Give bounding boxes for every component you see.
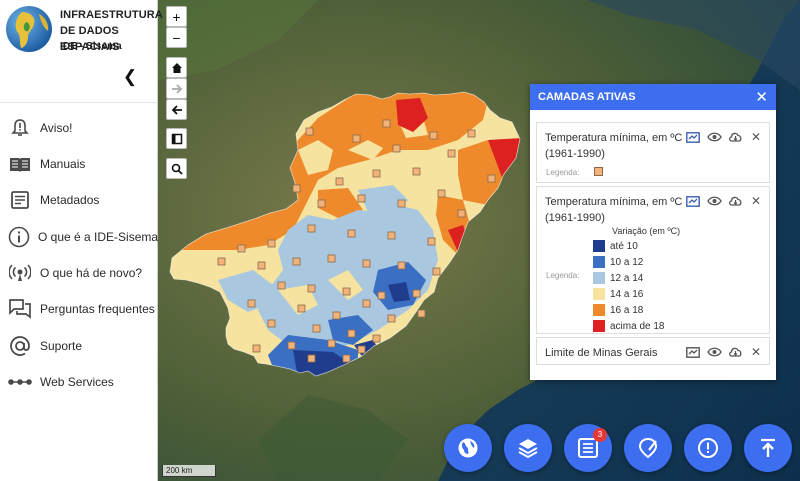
legend-swatch [593, 320, 605, 332]
legend-label: 12 a 14 [610, 272, 644, 284]
broadcast-icon [8, 261, 32, 285]
close-icon[interactable]: ✕ [755, 90, 768, 105]
eye-icon[interactable] [706, 194, 722, 208]
legend-swatch [593, 240, 605, 252]
legend-label: 16 a 18 [610, 304, 644, 316]
sidebar-item-label: O que há de novo? [40, 266, 143, 280]
cloud-download-icon[interactable] [727, 194, 743, 208]
logo-title-line1: INFRAESTRUTURA [60, 9, 163, 21]
legend-title: Variação (em ºC) [612, 226, 681, 236]
at-sign-icon [8, 334, 32, 358]
legend-label: 10 a 12 [610, 256, 644, 268]
legend-row: 12 a 14 [593, 271, 643, 285]
legend-row: 14 a 16 [593, 287, 643, 301]
sidebar-item-label: Web Services [40, 375, 114, 389]
legend-row: acima de 18 [593, 319, 664, 333]
search-button[interactable] [166, 158, 187, 179]
home-button[interactable] [166, 57, 187, 78]
legend-row: até 10 [593, 239, 638, 253]
map-pin-check-icon [638, 437, 658, 459]
bell-alert-icon [8, 116, 32, 140]
arrow-left-icon [171, 104, 182, 115]
alert-button[interactable] [684, 424, 732, 472]
legend-label: 14 a 16 [610, 288, 644, 300]
globe-icon [458, 438, 478, 458]
legend-row: 10 a 12 [593, 255, 643, 269]
upload-button[interactable] [744, 424, 792, 472]
sidebar-item-label: Perguntas frequentes [40, 302, 155, 316]
sidebar-item-novidades[interactable]: O que há de novo? [0, 258, 158, 288]
alert-circle-icon [698, 438, 718, 458]
sidebar-item-web-services[interactable]: Web Services [0, 367, 158, 397]
sidebar-item-label: Aviso! [40, 121, 73, 135]
legend-caption: Legenda: [546, 168, 580, 177]
legend-label: acima de 18 [610, 320, 665, 332]
network-icon [8, 370, 32, 394]
sidebar-item-o-que-e[interactable]: O que é a IDE-Sisema [0, 222, 158, 252]
sidebar-item-label: O que é a IDE-Sisema [38, 230, 159, 244]
layer-name: Limite de Minas Gerais [545, 347, 658, 359]
legend-toggle-icon[interactable] [685, 194, 701, 208]
eye-icon[interactable] [706, 345, 722, 359]
book-icon [8, 152, 32, 176]
legend-swatch [593, 288, 605, 300]
active-layers-panel: CAMADAS ATIVAS ✕ Temperatura mínima, em … [530, 84, 776, 380]
upload-icon [761, 438, 775, 457]
sidebar: INFRAESTRUTURA DE DADOS ESPACIAIS IDE - … [0, 0, 163, 481]
legend-caption: Legenda: [546, 271, 580, 280]
remove-layer-icon[interactable]: ✕ [748, 345, 764, 359]
list-icon [578, 438, 598, 458]
legend-label: até 10 [610, 240, 638, 252]
legend-swatch [593, 272, 605, 284]
document-icon [8, 188, 32, 212]
globe-logo-icon [6, 6, 52, 52]
eye-icon[interactable] [706, 130, 722, 144]
layer-name: Temperatura mínima, em ºC (1961-1990) [545, 132, 683, 160]
extent-icon [171, 133, 182, 144]
remove-layer-icon[interactable]: ✕ [748, 194, 764, 208]
layers-icon [518, 439, 538, 459]
active-layers-count-badge: 3 [593, 428, 607, 442]
sidebar-item-label: Manuais [40, 157, 86, 171]
search-icon [171, 163, 183, 175]
layer-name: Temperatura mínima, em ºC (1961-1990) [545, 196, 683, 224]
sidebar-item-manuais[interactable]: Manuais [0, 149, 158, 179]
collapse-sidebar-button[interactable]: ❮ [120, 66, 140, 88]
cloud-download-icon[interactable] [727, 130, 743, 144]
legend-swatch [593, 304, 605, 316]
sidebar-item-suporte[interactable]: Suporte [0, 331, 158, 361]
layer-card-temperatura-2: Temperatura mínima, em ºC (1961-1990) ✕ … [536, 186, 770, 334]
legend-toggle-icon[interactable] [685, 130, 701, 144]
arrow-right-icon [171, 83, 182, 94]
legend-toggle-icon[interactable] [685, 345, 701, 359]
scale-bar: 200 km [162, 465, 216, 477]
zoom-out-button[interactable]: − [166, 27, 187, 48]
forward-button[interactable] [166, 78, 187, 99]
legend-swatch [593, 256, 605, 268]
basemap-button[interactable] [444, 424, 492, 472]
layer-card-limite-mg: Limite de Minas Gerais ✕ [536, 337, 770, 365]
remove-layer-icon[interactable]: ✕ [748, 130, 764, 144]
info-icon [8, 225, 30, 249]
sidebar-item-metadados[interactable]: Metadados [0, 185, 158, 215]
home-icon [171, 62, 182, 73]
panel-title: CAMADAS ATIVAS [538, 91, 636, 103]
sidebar-item-faq[interactable]: Perguntas frequentes [0, 294, 158, 324]
extent-button[interactable] [166, 128, 187, 149]
panel-header: CAMADAS ATIVAS ✕ [530, 84, 776, 110]
back-button[interactable] [166, 99, 187, 120]
legend-point-swatch [594, 167, 603, 176]
sidebar-item-aviso[interactable]: Aviso! [0, 113, 158, 143]
logo-subtitle: IDE - Sisema [60, 41, 122, 52]
layer-card-temperatura-1: Temperatura mínima, em ºC (1961-1990) ✕ … [536, 122, 770, 183]
layers-button[interactable] [504, 424, 552, 472]
chat-icon [8, 297, 32, 321]
sidebar-divider [0, 102, 158, 103]
sidebar-item-label: Suporte [40, 339, 83, 353]
draw-tools-button[interactable] [624, 424, 672, 472]
sidebar-item-label: Metadados [40, 193, 100, 207]
legend-row: 16 a 18 [593, 303, 643, 317]
zoom-in-button[interactable]: + [166, 6, 187, 27]
cloud-download-icon[interactable] [727, 345, 743, 359]
